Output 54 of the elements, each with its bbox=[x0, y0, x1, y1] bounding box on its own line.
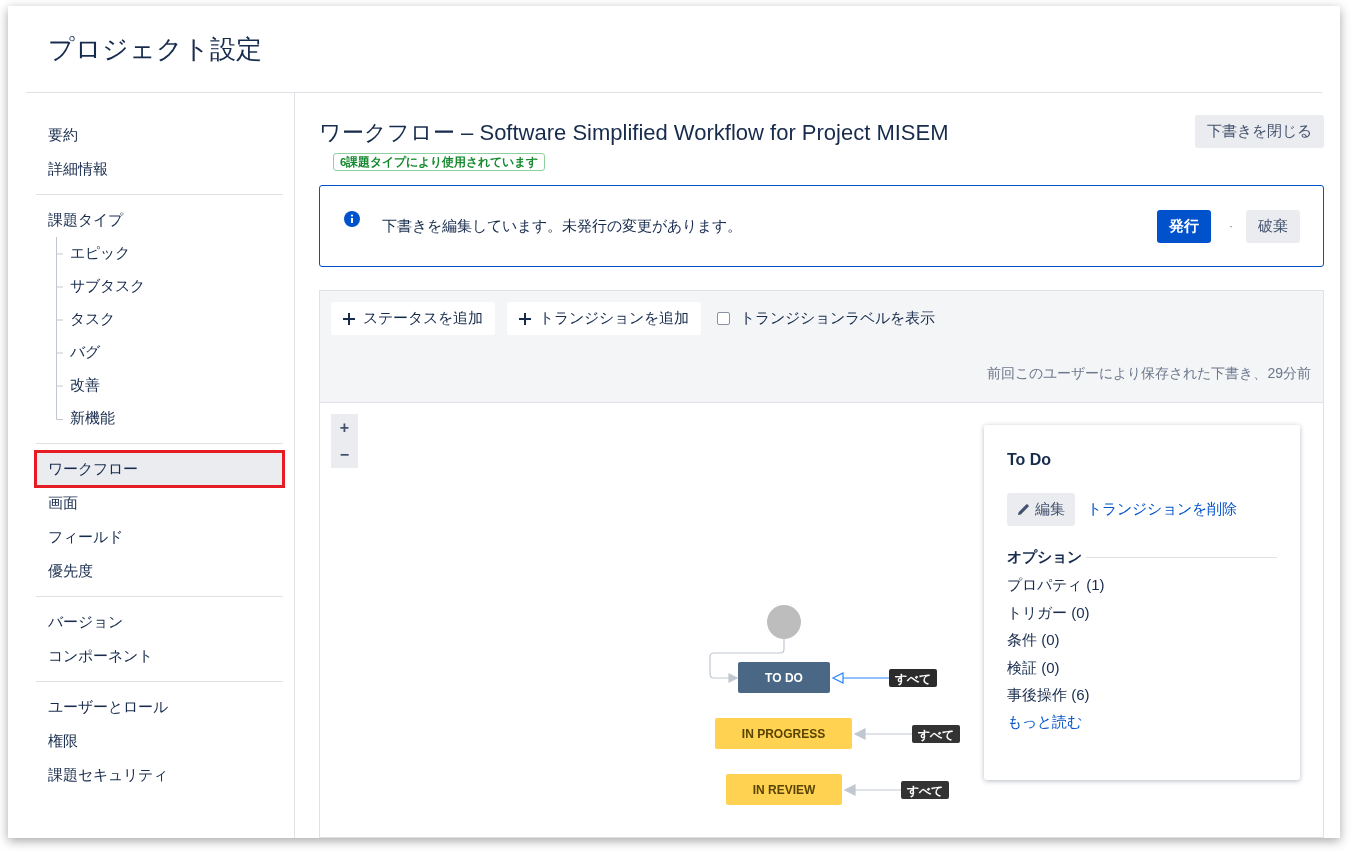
sidebar-item[interactable]: コンポーネント bbox=[36, 639, 283, 673]
sidebar-item[interactable]: フィールド bbox=[36, 520, 283, 554]
sidebar-item[interactable]: 要約 bbox=[36, 118, 283, 152]
usage-badge: 6課題タイプにより使用されています bbox=[333, 153, 546, 171]
options-heading: オプション bbox=[1007, 548, 1082, 567]
sidebar-item[interactable]: 優先度 bbox=[36, 554, 283, 588]
transition-label: すべて bbox=[901, 781, 949, 799]
zoom-in-button[interactable]: + bbox=[331, 414, 358, 441]
publish-button[interactable]: 発行 bbox=[1157, 209, 1211, 243]
status-node: IN REVIEW bbox=[726, 774, 842, 805]
status-node: IN PROGRESS bbox=[715, 718, 852, 749]
option-item: 条件 (0) bbox=[1007, 630, 1061, 650]
page-title: プロジェクト設定 bbox=[48, 32, 262, 66]
read-more-link[interactable]: もっと読む bbox=[1007, 708, 1082, 735]
sidebar-subitem[interactable]: バグ bbox=[70, 343, 100, 362]
info-icon bbox=[344, 211, 360, 227]
discard-button[interactable]: 破棄 bbox=[1246, 209, 1300, 243]
pencil-icon bbox=[1017, 503, 1030, 516]
status-node: TO DO bbox=[738, 662, 830, 693]
sidebar-item[interactable]: 詳細情報 bbox=[36, 152, 283, 186]
plus-icon bbox=[519, 312, 531, 325]
transition-label: すべて bbox=[912, 725, 960, 743]
sidebar-item[interactable]: ユーザーとロール bbox=[36, 690, 283, 724]
sidebar-item[interactable]: 権限 bbox=[36, 724, 283, 758]
transition-label: すべて bbox=[889, 669, 937, 687]
add-transition-button[interactable]: トランジションを追加 bbox=[507, 302, 701, 335]
workflow-title: ワークフロー – Software Simplified Workflow for Project MISEM bbox=[319, 119, 949, 147]
info-message: 下書きを編集しています。未発行の変更があります。 bbox=[382, 216, 743, 236]
sidebar-subitem[interactable]: 改善 bbox=[70, 376, 100, 395]
plus-icon bbox=[343, 312, 355, 325]
sidebar-subitem[interactable]: タスク bbox=[70, 310, 115, 329]
separator-dot: · bbox=[1229, 219, 1233, 233]
sidebar-subitem[interactable]: エピック bbox=[70, 244, 130, 263]
start-node bbox=[767, 605, 801, 639]
sidebar-item[interactable]: バージョン bbox=[36, 605, 283, 639]
saved-note: 前回このユーザーにより保存された下書き、29分前 bbox=[986, 365, 1311, 383]
checkbox-label: トランジションラベルを表示 bbox=[740, 309, 935, 328]
sidebar-subitem[interactable]: サブタスク bbox=[70, 277, 145, 296]
add-status-button[interactable]: ステータスを追加 bbox=[331, 302, 495, 335]
option-item: トリガー (0) bbox=[1007, 602, 1091, 623]
option-item: プロパティ (1) bbox=[1007, 575, 1106, 595]
option-item: 事後操作 (6) bbox=[1007, 685, 1091, 705]
option-item: 検証 (0) bbox=[1007, 657, 1061, 678]
sidebar-item[interactable]: 課題タイプ bbox=[36, 203, 283, 237]
zoom-out-button[interactable]: − bbox=[331, 441, 358, 468]
close-draft-button[interactable]: 下書きを閉じる bbox=[1195, 115, 1324, 148]
sidebar-item[interactable]: 課題セキュリティ bbox=[36, 758, 283, 792]
panel-title: To Do bbox=[1007, 451, 1053, 469]
edit-button[interactable]: 編集 bbox=[1007, 493, 1075, 526]
delete-transition-link[interactable]: トランジションを削除 bbox=[1087, 500, 1237, 519]
checkbox[interactable] bbox=[717, 312, 730, 325]
sidebar-subitem[interactable]: 新機能 bbox=[70, 409, 115, 428]
sidebar-item[interactable]: ワークフロー bbox=[36, 452, 283, 486]
sidebar-item[interactable]: 画面 bbox=[36, 486, 283, 520]
